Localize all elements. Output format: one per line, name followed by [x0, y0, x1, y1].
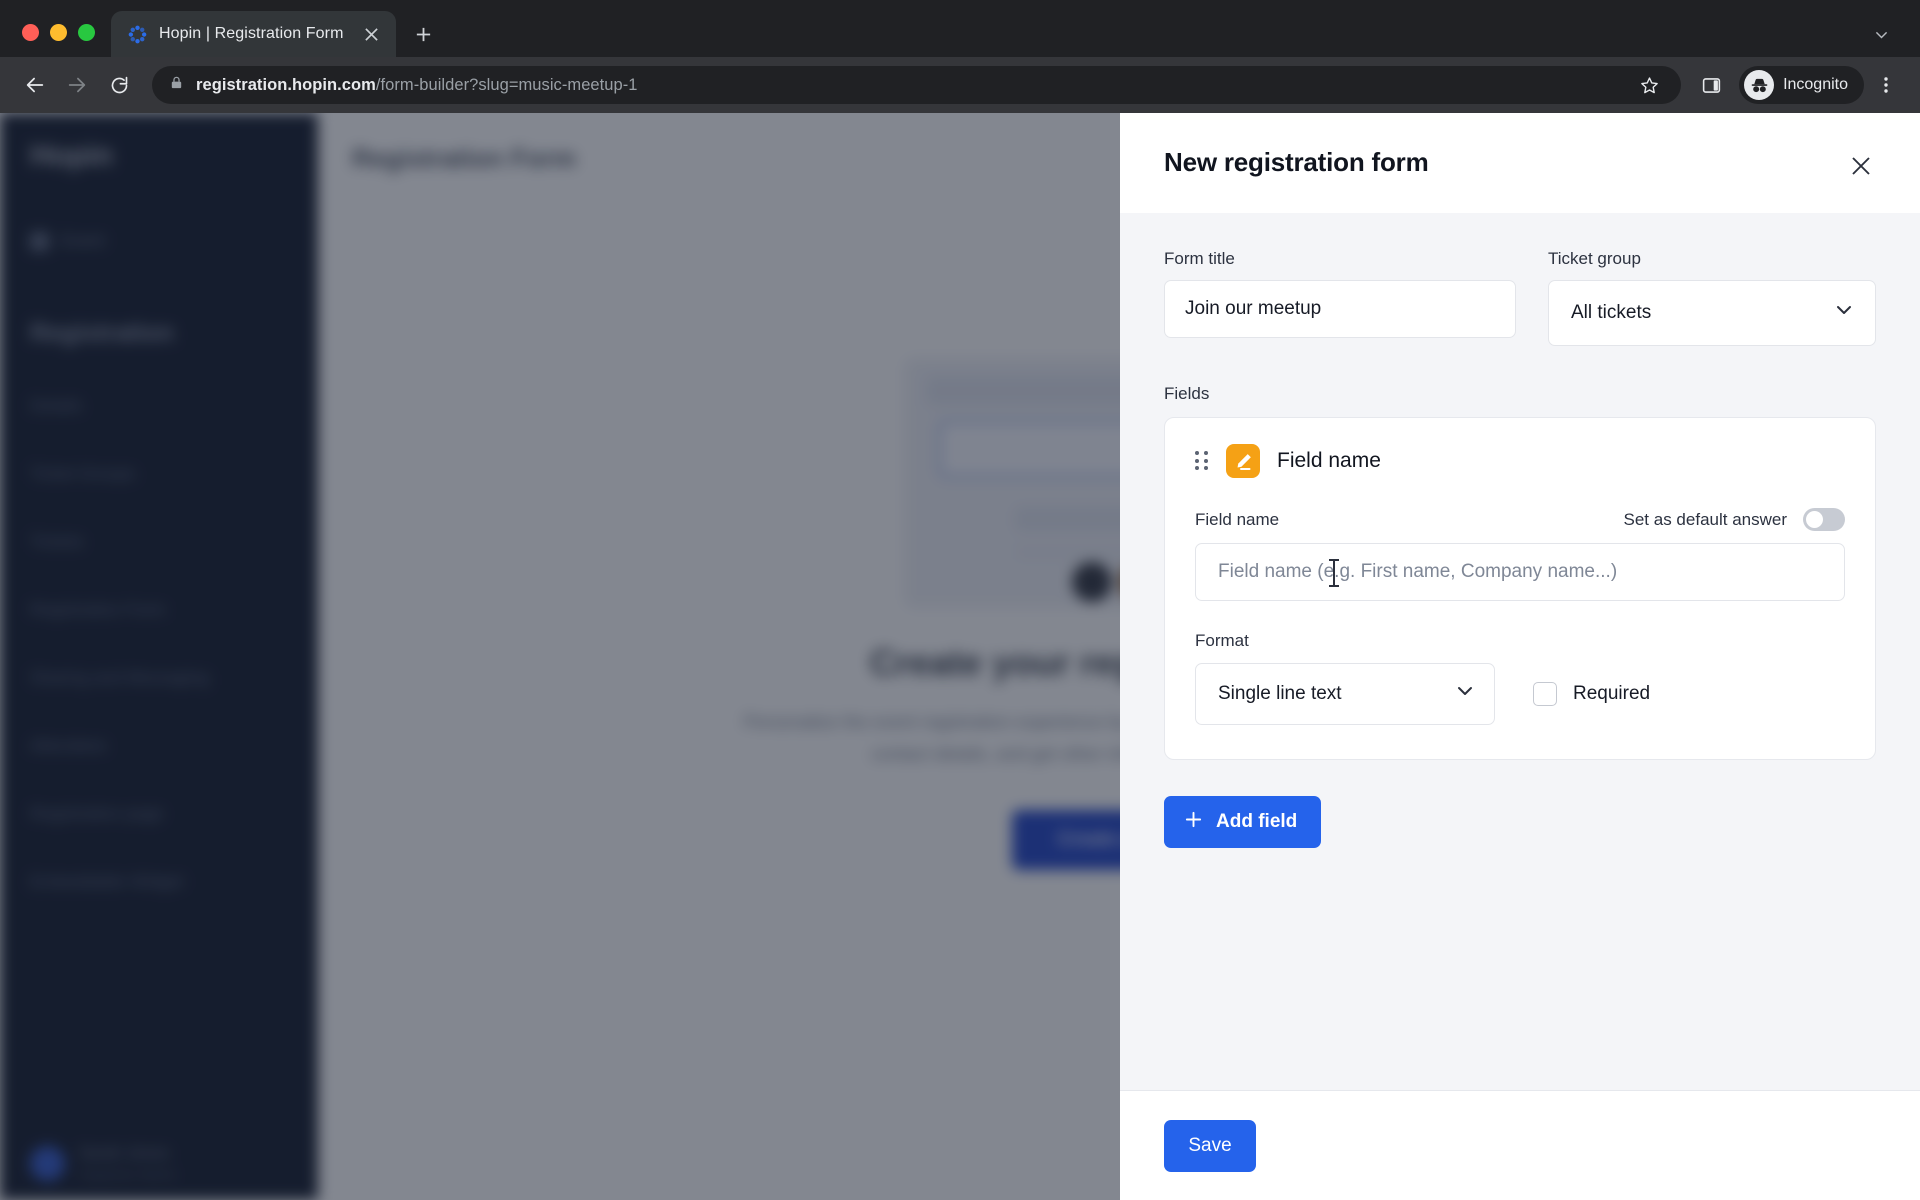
field-name-label: Field name [1195, 509, 1280, 529]
chevron-down-icon [1454, 680, 1476, 708]
form-title-value: Join our meetup [1185, 298, 1322, 319]
lock-icon [169, 75, 184, 95]
maximize-window-button[interactable] [78, 24, 95, 41]
url-domain: registration.hopin.com [196, 75, 376, 94]
ticket-group-label: Ticket group [1548, 249, 1641, 268]
form-meta-row: Form title Join our meetup Ticket group … [1164, 249, 1876, 346]
chevron-down-icon [1833, 299, 1855, 327]
field-name-input[interactable]: Field name (e.g. First name, Company nam… [1195, 543, 1845, 601]
incognito-indicator[interactable]: Incognito [1739, 66, 1864, 104]
field-card-title: Field name [1277, 449, 1381, 472]
default-answer-toggle[interactable] [1803, 508, 1845, 531]
field-card-header: Field name [1195, 444, 1845, 478]
browser-toolbar: registration.hopin.com/form-builder?slug… [0, 57, 1920, 113]
default-answer-label: Set as default answer [1623, 509, 1787, 529]
field-card: Field name Field name Set as default ans… [1164, 417, 1876, 760]
ticket-group-select[interactable]: All tickets [1548, 280, 1876, 346]
reload-icon[interactable] [100, 66, 138, 104]
star-icon[interactable] [1631, 67, 1667, 103]
close-icon[interactable] [1844, 149, 1878, 183]
kebab-menu-icon[interactable] [1868, 67, 1904, 103]
field-name-label-row: Field name Set as default answer [1195, 508, 1845, 531]
plus-icon [1184, 810, 1203, 835]
new-tab-button[interactable] [406, 17, 440, 51]
default-answer-toggle-group: Set as default answer [1624, 508, 1845, 531]
url-path: /form-builder?slug=music-meetup-1 [375, 75, 638, 94]
required-label: Required [1573, 683, 1651, 704]
ticket-group-group: Ticket group All tickets [1548, 249, 1876, 346]
browser-window: Hopin | Registration Form registration.h… [0, 0, 1920, 1200]
format-value: Single line text [1218, 683, 1342, 704]
page-viewport: Hopin Event Registration Details Ticket … [0, 113, 1920, 1200]
tab-strip: Hopin | Registration Form [0, 0, 1920, 57]
add-field-label: Add field [1216, 811, 1298, 832]
format-label: Format [1195, 631, 1249, 650]
panel-header: New registration form [1120, 113, 1920, 213]
pencil-edit-icon [1226, 444, 1260, 478]
close-window-button[interactable] [22, 24, 39, 41]
format-row: Single line text Required [1195, 663, 1845, 725]
tab-search-button[interactable] [1864, 17, 1898, 51]
panel-body: Form title Join our meetup Ticket group … [1120, 213, 1920, 1090]
incognito-icon [1744, 70, 1775, 100]
required-checkbox-group[interactable]: Required [1533, 682, 1650, 706]
text-cursor-icon [1329, 559, 1339, 587]
incognito-label: Incognito [1783, 76, 1848, 93]
ticket-group-value: All tickets [1571, 302, 1652, 323]
save-button[interactable]: Save [1164, 1119, 1256, 1172]
hopin-logo-icon [127, 24, 148, 45]
panel-footer: Save [1120, 1090, 1920, 1200]
fields-section-label: Fields [1164, 384, 1210, 403]
add-field-button[interactable]: Add field [1164, 796, 1322, 848]
format-select[interactable]: Single line text [1195, 663, 1495, 725]
close-tab-button[interactable] [358, 21, 384, 47]
new-registration-form-panel: New registration form Form title Join ou… [1120, 113, 1920, 1200]
side-panel-icon[interactable] [1693, 67, 1729, 103]
browser-tab[interactable]: Hopin | Registration Form [111, 11, 396, 57]
required-checkbox[interactable] [1533, 682, 1557, 706]
forward-arrow-icon[interactable] [58, 66, 96, 104]
panel-title: New registration form [1164, 147, 1429, 177]
form-title-label: Form title [1164, 249, 1235, 268]
tab-title: Hopin | Registration Form [159, 25, 344, 42]
drag-handle-icon[interactable] [1195, 451, 1209, 471]
form-title-input[interactable]: Join our meetup [1164, 280, 1516, 338]
address-bar-url: registration.hopin.com/form-builder?slug… [196, 76, 638, 95]
window-controls [14, 24, 111, 57]
field-name-placeholder: Field name (e.g. First name, Company nam… [1218, 561, 1618, 582]
back-arrow-icon[interactable] [16, 66, 54, 104]
minimize-window-button[interactable] [50, 24, 67, 41]
address-bar[interactable]: registration.hopin.com/form-builder?slug… [152, 66, 1682, 104]
form-title-group: Form title Join our meetup [1164, 249, 1516, 346]
